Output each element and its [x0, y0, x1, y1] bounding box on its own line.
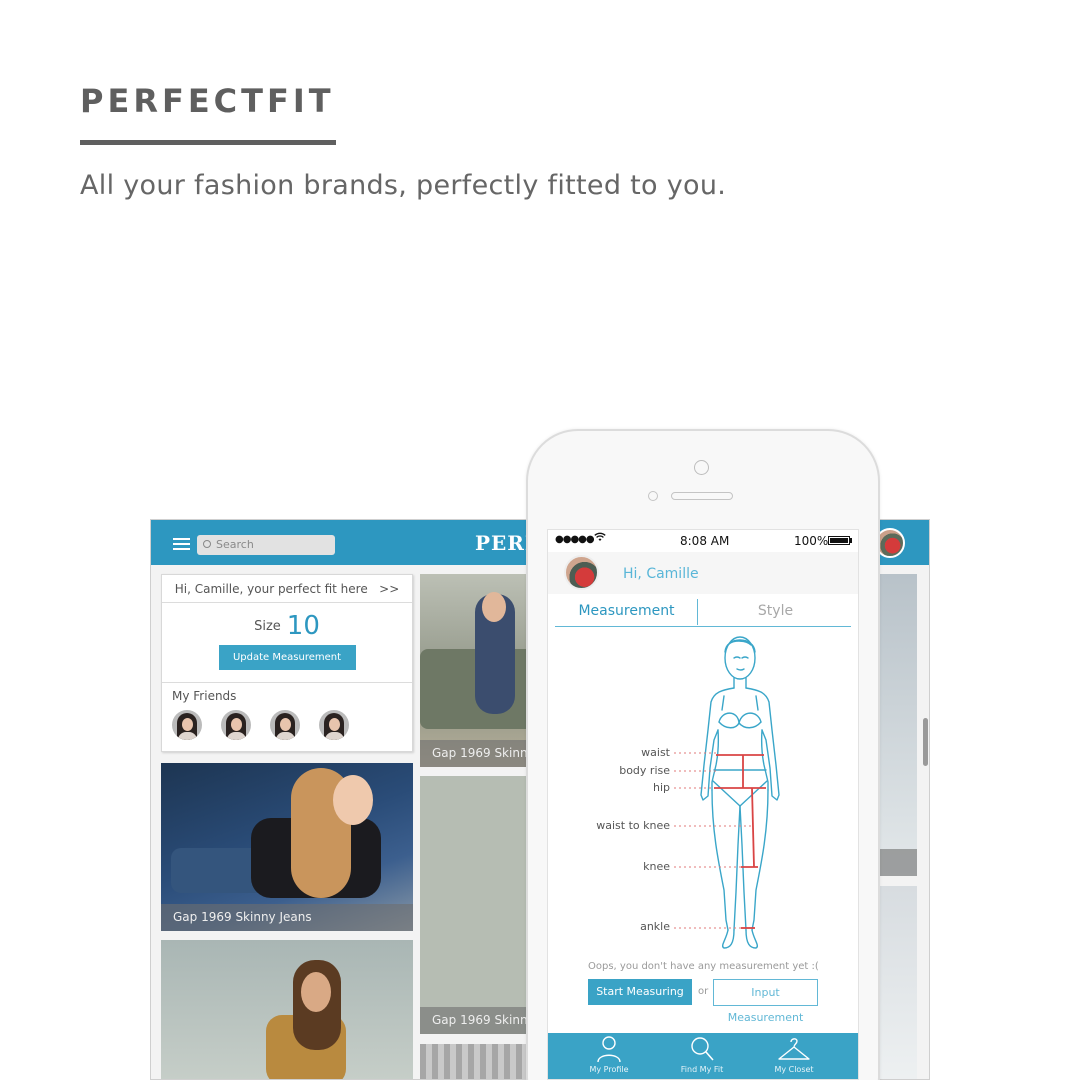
size-label: Size	[254, 619, 281, 634]
tab-my-profile[interactable]: My Profile	[564, 1035, 654, 1074]
product-photo[interactable]: Gap 1969 Skinny Jeans	[161, 763, 413, 931]
clock: 8:08 AM	[680, 534, 730, 548]
measure-label-waist-to-knee[interactable]: waist to knee	[570, 819, 670, 832]
product-caption: Gap 1969 Skinny Jeans	[161, 904, 413, 931]
bottom-tab-bar: My Profile Find My Fit My Closet	[548, 1033, 858, 1079]
product-photo[interactable]	[161, 940, 413, 1079]
measure-label-knee[interactable]: knee	[570, 860, 670, 873]
friends-label: My Friends	[172, 689, 237, 703]
product-photo[interactable]: Gap 1969 Skinny	[420, 776, 538, 1034]
body-figure: waist body rise hip waist to knee knee a…	[548, 630, 858, 960]
battery-percent: 100%	[794, 534, 829, 548]
greeting-row[interactable]: Hi, Camille, your perfect fit here >>	[162, 575, 412, 603]
tab-my-closet[interactable]: My Closet	[749, 1035, 839, 1074]
product-photo[interactable]	[420, 1044, 538, 1079]
start-measuring-button[interactable]: Start Measuring	[588, 979, 692, 1005]
product-caption: Gap 1969 Skinny	[420, 1007, 538, 1034]
measure-label-waist[interactable]: waist	[570, 746, 670, 759]
tab-style[interactable]: Style	[704, 599, 847, 625]
tab-label: Find My Fit	[680, 1065, 724, 1074]
product-photo[interactable]: Gap 1969 Skinny	[420, 574, 538, 767]
size-value: 10	[286, 611, 320, 641]
battery-icon	[828, 536, 850, 545]
product-photo[interactable]	[879, 574, 917, 876]
greeting-text: Hi, Camille, your perfect fit here	[174, 582, 368, 596]
friends-section: My Friends	[162, 682, 412, 740]
status-bar: ●●●●● 8:08 AM 100%	[548, 530, 858, 552]
friend-avatar[interactable]	[221, 710, 251, 740]
friends-list	[172, 710, 402, 740]
hanger-icon	[778, 1038, 810, 1060]
or-separator: or	[698, 986, 709, 997]
friend-avatar[interactable]	[319, 710, 349, 740]
search-placeholder: Search	[216, 538, 254, 551]
profile-icon	[597, 1036, 621, 1063]
brand-title: PERFECTFIT	[80, 82, 335, 120]
greeting-arrow: >>	[379, 582, 400, 596]
empty-state-message: Oops, you don't have any measurement yet…	[588, 961, 819, 972]
search-icon	[691, 1037, 714, 1061]
wifi-icon	[594, 532, 606, 545]
friend-avatar[interactable]	[172, 710, 202, 740]
tab-find-my-fit[interactable]: Find My Fit	[657, 1035, 747, 1074]
phone-screen: ●●●●● 8:08 AM 100% Hi, Camille Measureme…	[547, 529, 859, 1080]
measure-label-body-rise[interactable]: body rise	[570, 764, 670, 777]
size-display: Size 10	[162, 607, 412, 641]
profile-card: Hi, Camille, your perfect fit here >> Si…	[161, 574, 413, 752]
tagline: All your fashion brands, perfectly fitte…	[80, 170, 727, 201]
body-outline-illustration	[674, 636, 780, 949]
tab-bar: Measurement Style	[555, 599, 851, 627]
avatar[interactable]	[564, 555, 599, 590]
menu-icon[interactable]	[173, 538, 190, 550]
scrollbar[interactable]	[923, 718, 928, 766]
tab-measurement[interactable]: Measurement	[555, 599, 698, 625]
tab-label: My Closet	[774, 1065, 814, 1074]
profile-header: Hi, Camille	[548, 552, 858, 594]
friend-avatar[interactable]	[270, 710, 300, 740]
signal-indicator: ●●●●●	[555, 534, 595, 545]
input-measurement-button[interactable]: Input Measurement	[713, 979, 818, 1024]
update-measurement-button[interactable]: Update Measurement	[218, 645, 356, 670]
measure-label-ankle[interactable]: ankle	[570, 920, 670, 933]
phone-sensor	[648, 491, 658, 501]
greeting-text: Hi, Camille	[623, 566, 699, 582]
product-photo[interactable]	[879, 886, 917, 1079]
search-icon	[203, 540, 211, 548]
measure-label-hip[interactable]: hip	[570, 781, 670, 794]
product-caption: Gap 1969 Skinny	[420, 740, 538, 767]
phone-speaker	[671, 492, 733, 500]
search-input[interactable]: Search	[197, 535, 335, 555]
brand-underline	[80, 140, 336, 145]
tab-label: My Profile	[589, 1065, 629, 1074]
phone-camera	[694, 460, 709, 475]
